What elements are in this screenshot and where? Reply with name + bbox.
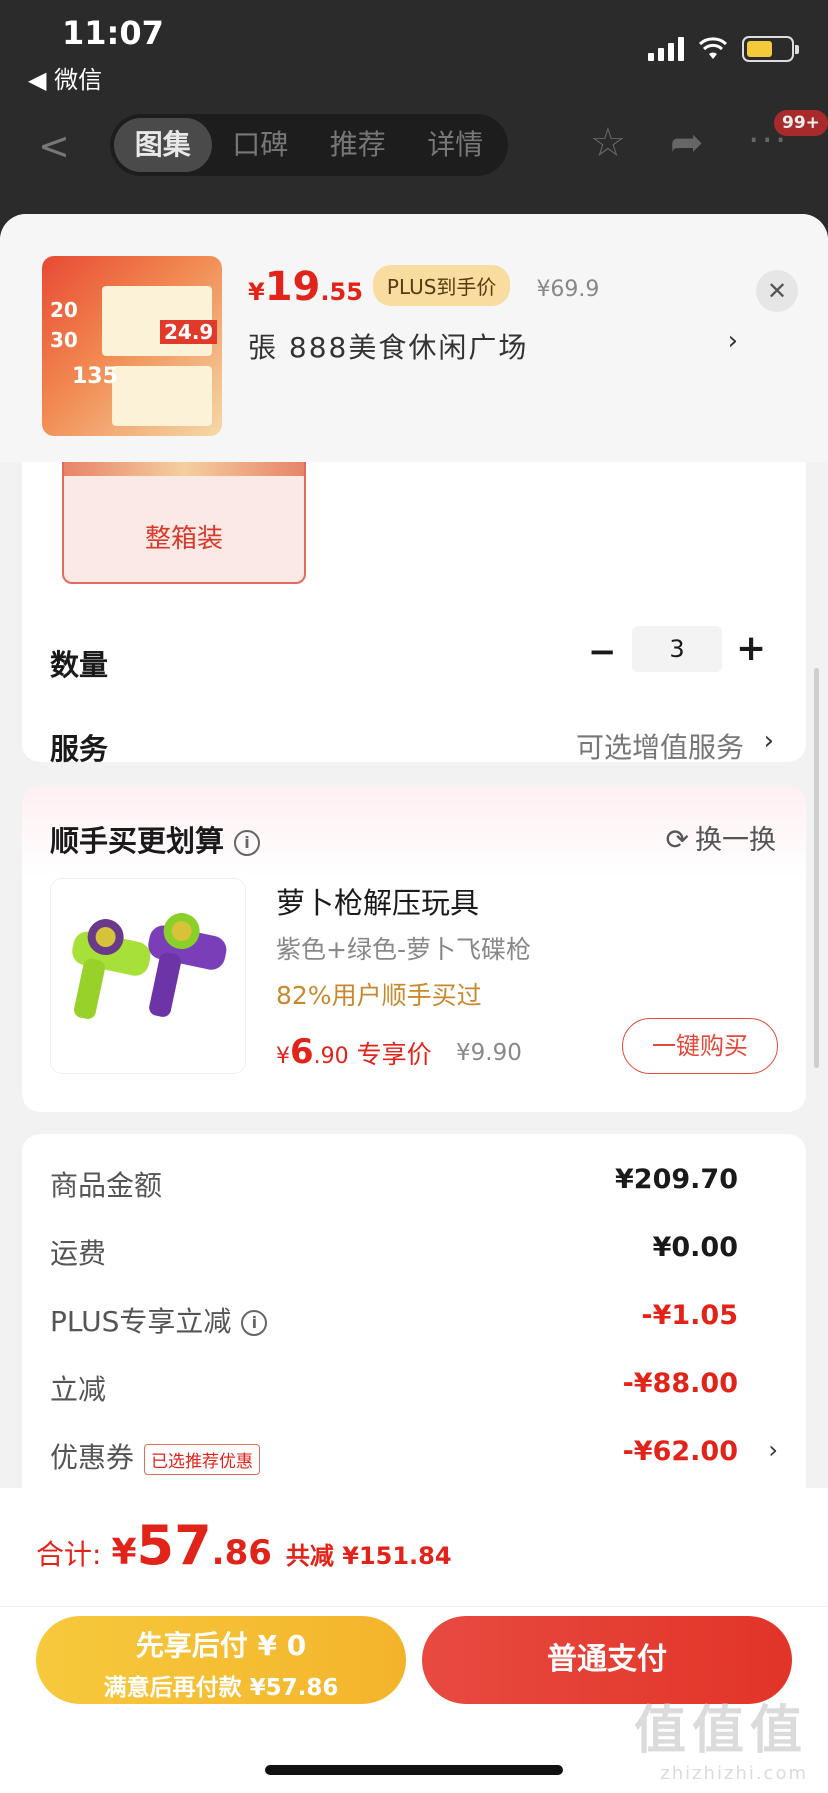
total-amount: 57 [136, 1514, 212, 1577]
chevron-right-icon[interactable]: › [764, 726, 774, 756]
tab-reviews[interactable]: 口碑 [212, 118, 310, 172]
divider [0, 1606, 828, 1607]
price-row: ¥19.55 PLUS到手价 ¥69.9 [248, 264, 599, 312]
one-click-buy-button[interactable]: 一键购买 [622, 1018, 778, 1074]
service-label: 服务 [50, 732, 109, 766]
battery-icon [742, 36, 799, 62]
plus-price-tag: PLUS到手价 [372, 265, 511, 306]
chevron-right-icon[interactable]: › [728, 326, 738, 356]
amount-row-shipping: 运费 ¥0.00 [50, 1232, 738, 1270]
recommended-product-price: ¥6.90 专享价 [276, 1032, 432, 1072]
status-time: 11:07 [62, 14, 164, 52]
tab-gallery[interactable]: 图集 [114, 118, 212, 172]
sheet-header: 20 30 135 24.9 ¥19.55 PLUS到手价 ¥69.9 張 88… [0, 214, 828, 462]
star-icon[interactable]: ☆ [590, 120, 626, 166]
scrollbar[interactable] [814, 668, 819, 1068]
amount-row-subtotal: 商品金额 ¥209.70 [50, 1164, 738, 1202]
toy-gun-illustration [72, 913, 227, 1019]
recommended-product-spec: 紫色+绿色-萝卜飞碟枪 [276, 935, 531, 964]
home-indicator[interactable] [265, 1765, 563, 1775]
recommended-product-image[interactable] [50, 878, 246, 1074]
tab-recommend[interactable]: 推荐 [309, 118, 407, 172]
total-label: 合计: [36, 1538, 102, 1571]
signal-icon [648, 37, 684, 61]
quantity-increase-button[interactable]: + [736, 628, 766, 669]
coupon-tag: 已选推荐优惠 [144, 1443, 261, 1475]
options-card: 整箱装 数量 − 3 + 服务 可选增值服务 › [22, 414, 806, 766]
chevron-left-icon[interactable]: < [38, 124, 70, 168]
amount-row-coupon[interactable]: 优惠券 已选推荐优惠 -¥62.00 › [50, 1436, 778, 1476]
refresh-button[interactable]: ⟳ 换一换 [666, 818, 776, 857]
quantity-decrease-button[interactable]: − [588, 632, 617, 672]
info-icon[interactable]: i [234, 830, 261, 856]
message-badge: 99+ [774, 110, 828, 136]
amount-row-plus-discount: PLUS专享立减 i -¥1.05 [50, 1300, 738, 1338]
watermark: 值值值 zhizhizhi.com [633, 1701, 808, 1784]
navbar: < 图集 口碑 推荐 详情 ☆ ➦ ··· 99+ [0, 110, 828, 180]
share-icon[interactable]: ➦ [670, 120, 704, 166]
quantity-input[interactable]: 3 [632, 626, 722, 672]
buy-together-card: 顺手买更划算 i ⟳ 换一换 萝卜枪解压玩具 紫色+绿色-萝卜飞碟枪 82%用户… [22, 786, 806, 1112]
total-saved: 共减 ¥151.84 [285, 1542, 452, 1570]
selected-spec[interactable]: 張 888美食休闲广场 [248, 326, 528, 366]
quantity-label: 数量 [50, 648, 109, 682]
tab-bar: 图集 口碑 推荐 详情 [110, 114, 508, 176]
background-page: 11:07 ◀ 微信 < 图集 口碑 推荐 详情 ☆ ➦ ··· 99+ [0, 0, 828, 240]
amount-row-instant-discount: 立减 -¥88.00 [50, 1368, 738, 1406]
refresh-icon: ⟳ [665, 823, 689, 856]
wifi-icon [698, 37, 728, 59]
recommended-product-hint: 82%用户顺手买过 [276, 981, 482, 1010]
close-button[interactable]: ✕ [756, 270, 798, 312]
current-price: ¥19.55 [248, 264, 363, 310]
status-icons [648, 36, 799, 62]
product-thumbnail: 20 30 135 24.9 [42, 256, 222, 436]
buy-together-title: 顺手买更划算 i [50, 818, 261, 860]
pay-later-button[interactable]: 先享后付 ¥ 0 满意后再付款 ¥57.86 [36, 1616, 406, 1704]
service-value[interactable]: 可选增值服务 [576, 726, 744, 766]
back-to-wechat[interactable]: ◀ 微信 [28, 60, 102, 95]
variant-label: 整箱装 [144, 524, 223, 554]
original-price: ¥69.9 [536, 277, 600, 302]
info-icon[interactable]: i [241, 1310, 268, 1336]
chevron-right-icon[interactable]: › [768, 1436, 778, 1464]
checkout-bar: 合计: ¥ 57 .86 共减 ¥151.84 先享后付 ¥ 0 满意后再付款 … [0, 1488, 828, 1793]
total-row: 合计: ¥ 57 .86 共减 ¥151.84 [36, 1514, 452, 1577]
recommended-product-original-price: ¥9.90 [456, 1040, 522, 1066]
recommended-product-name[interactable]: 萝卜枪解压玩具 [276, 880, 479, 922]
tab-details[interactable]: 详情 [407, 118, 505, 172]
